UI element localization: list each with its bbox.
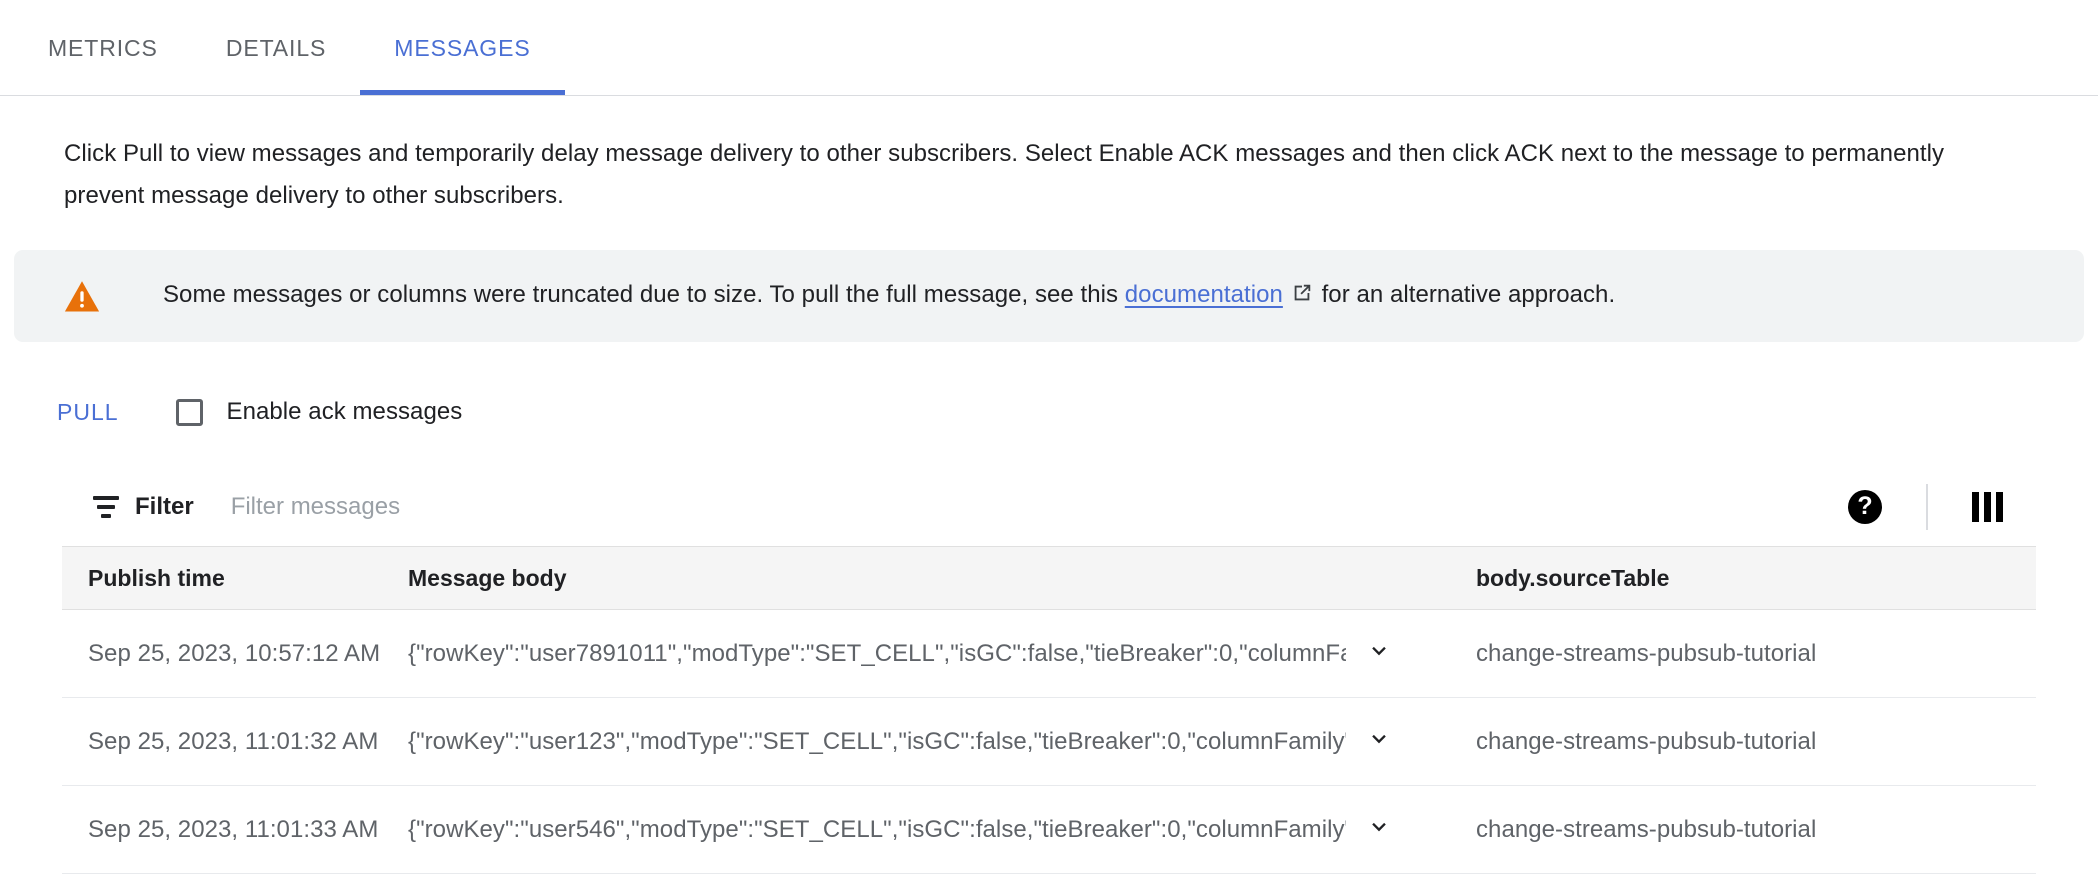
toolbar-divider bbox=[1926, 483, 1928, 530]
tab-metrics[interactable]: METRICS bbox=[14, 1, 192, 95]
filter-icon[interactable] bbox=[92, 493, 120, 521]
filter-label: Filter bbox=[135, 492, 194, 520]
cell-source-table: change-streams-pubsub-tutorial bbox=[1456, 785, 2036, 874]
chevron-down-icon[interactable] bbox=[1362, 815, 1396, 837]
cell-publish-time: Sep 25, 2023, 11:01:33 AM bbox=[62, 785, 388, 874]
table-row[interactable]: Sep 25, 2023, 11:01:32 AM {"rowKey":"use… bbox=[62, 697, 2036, 786]
tab-bar: METRICS DETAILS MESSAGES bbox=[0, 0, 2098, 96]
messages-table-body: Sep 25, 2023, 10:57:12 AM {"rowKey":"use… bbox=[62, 609, 2036, 874]
truncation-warning-banner: Some messages or columns were truncated … bbox=[14, 250, 2084, 342]
messages-table-card: Filter ? Publish time Message body body.… bbox=[62, 467, 2036, 874]
chevron-down-icon[interactable] bbox=[1362, 639, 1396, 661]
messages-page: METRICS DETAILS MESSAGES Click Pull to v… bbox=[0, 0, 2098, 874]
tab-metrics-label: METRICS bbox=[48, 34, 158, 61]
cell-message-body: {"rowKey":"user546","modType":"SET_CELL"… bbox=[388, 785, 1346, 874]
messages-table: Publish time Message body body.sourceTab… bbox=[62, 547, 2036, 874]
filter-bar: Filter ? bbox=[62, 467, 2036, 547]
filter-input[interactable] bbox=[228, 491, 1848, 522]
pull-actions-row: PULL Enable ack messages bbox=[0, 387, 2098, 437]
column-header-publish-time[interactable]: Publish time bbox=[62, 547, 388, 610]
cell-publish-time: Sep 25, 2023, 10:57:12 AM bbox=[62, 609, 388, 698]
tab-messages[interactable]: MESSAGES bbox=[360, 1, 565, 95]
pull-button[interactable]: PULL bbox=[57, 399, 119, 426]
table-header-row: Publish time Message body body.sourceTab… bbox=[62, 547, 2036, 610]
cell-source-table: change-streams-pubsub-tutorial bbox=[1456, 609, 2036, 698]
banner-message: Some messages or columns were truncated … bbox=[163, 281, 1615, 311]
cell-message-body: {"rowKey":"user123","modType":"SET_CELL"… bbox=[388, 697, 1346, 786]
column-settings-icon[interactable] bbox=[1972, 491, 2004, 522]
enable-ack-messages-checkbox[interactable]: Enable ack messages bbox=[175, 398, 463, 426]
column-header-source-table[interactable]: body.sourceTable bbox=[1456, 547, 2036, 610]
messages-table-head: Publish time Message body body.sourceTab… bbox=[62, 547, 2036, 610]
banner-text-after: for an alternative approach. bbox=[1314, 281, 1616, 308]
help-circle-icon[interactable]: ? bbox=[1848, 489, 1882, 524]
tab-details[interactable]: DETAILS bbox=[192, 1, 360, 95]
chevron-down-icon[interactable] bbox=[1362, 727, 1396, 749]
cell-publish-time: Sep 25, 2023, 11:01:32 AM bbox=[62, 697, 388, 786]
filter-bar-actions: ? bbox=[1848, 483, 2014, 530]
external-link-icon[interactable] bbox=[1291, 282, 1313, 311]
table-row[interactable]: Sep 25, 2023, 11:01:33 AM {"rowKey":"use… bbox=[62, 785, 2036, 874]
documentation-link[interactable]: documentation bbox=[1125, 281, 1283, 308]
column-header-message-body[interactable]: Message body bbox=[388, 547, 1346, 610]
warning-triangle-icon bbox=[64, 279, 100, 313]
cell-expand[interactable] bbox=[1346, 785, 1456, 874]
cell-source-table: change-streams-pubsub-tutorial bbox=[1456, 697, 2036, 786]
cell-expand[interactable] bbox=[1346, 697, 1456, 786]
ack-checkbox-box[interactable] bbox=[175, 398, 203, 426]
table-row[interactable]: Sep 25, 2023, 10:57:12 AM {"rowKey":"use… bbox=[62, 609, 2036, 698]
tab-messages-label: MESSAGES bbox=[394, 34, 531, 61]
banner-text-before: Some messages or columns were truncated … bbox=[163, 281, 1125, 308]
ack-checkbox-label: Enable ack messages bbox=[226, 398, 463, 425]
column-header-expand bbox=[1346, 547, 1456, 610]
page-description: Click Pull to view messages and temporar… bbox=[64, 140, 1945, 209]
cell-expand[interactable] bbox=[1346, 609, 1456, 698]
cell-message-body: {"rowKey":"user7891011","modType":"SET_C… bbox=[388, 609, 1346, 698]
tab-details-label: DETAILS bbox=[225, 34, 327, 61]
